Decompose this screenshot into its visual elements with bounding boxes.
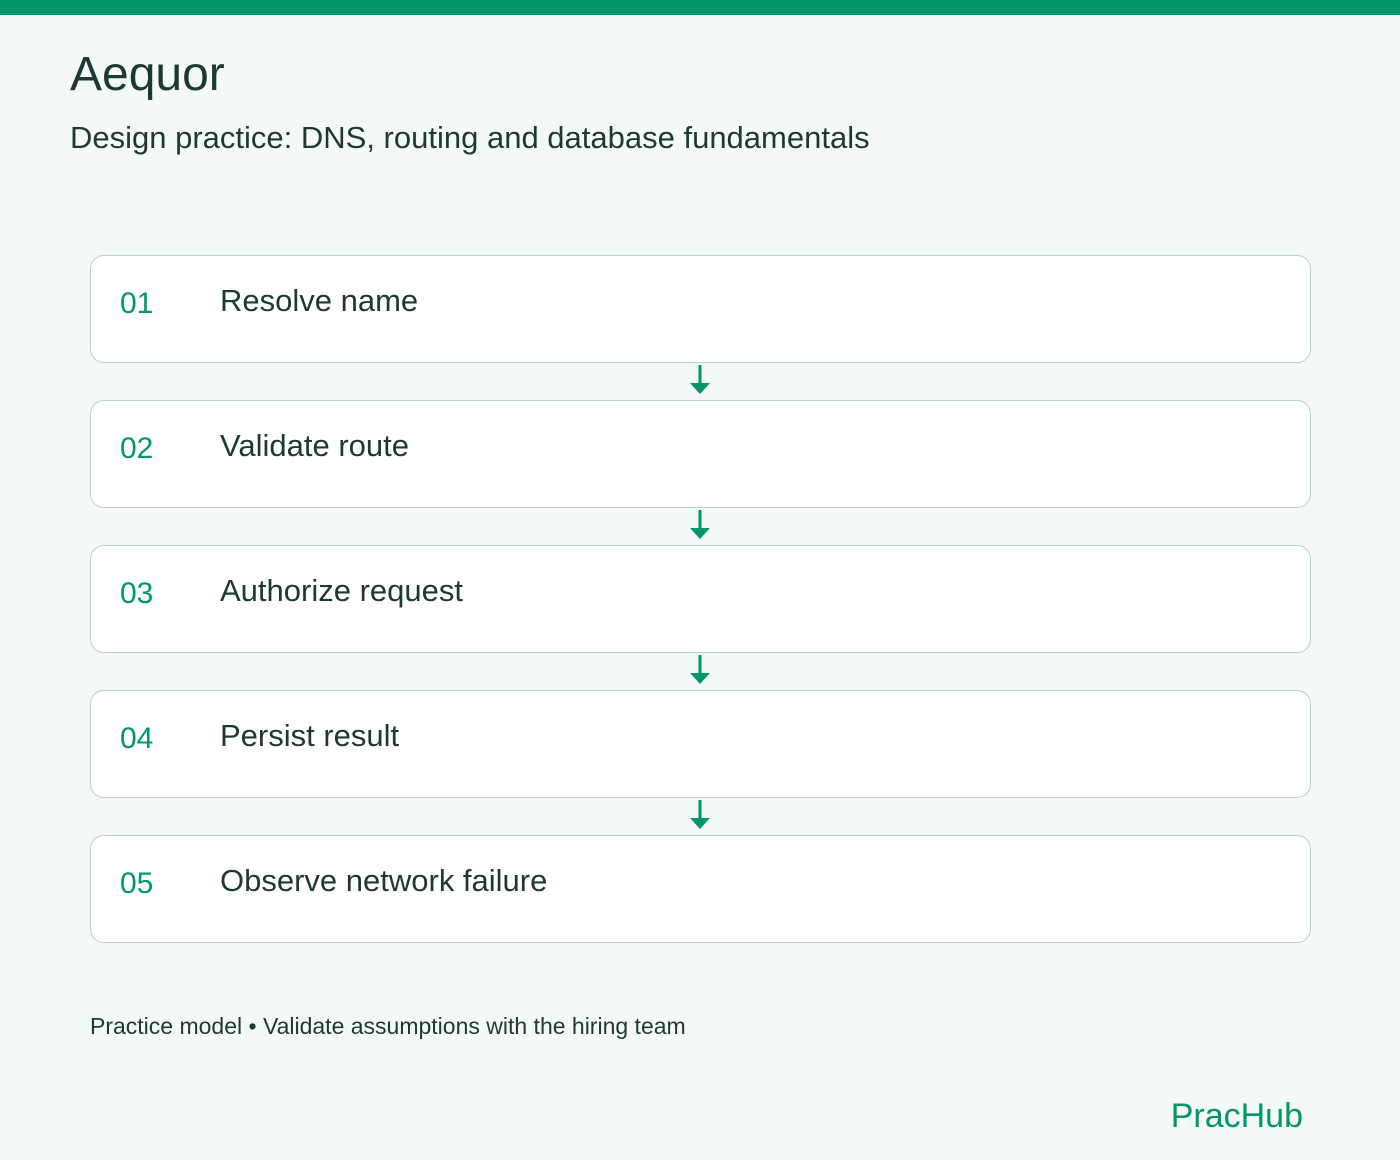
flow-connector (90, 508, 1311, 545)
arrow-down-icon (690, 365, 710, 394)
step-card-1: 01 Resolve name (90, 255, 1311, 363)
step-card-4: 04 Persist result (90, 690, 1311, 798)
step-label: Persist result (220, 718, 400, 753)
brand-logo: PracHub (1170, 1097, 1303, 1135)
step-number: 03 (120, 577, 154, 610)
arrow-down-icon (690, 800, 710, 829)
flow-connector (90, 653, 1311, 690)
step-card-2: 02 Validate route (90, 400, 1311, 508)
step-label: Resolve name (220, 283, 419, 318)
top-accent-bar (0, 0, 1400, 15)
step-card-3: 03 Authorize request (90, 545, 1311, 653)
page-title: Aequor (70, 48, 225, 101)
step-number: 01 (120, 287, 154, 320)
step-number: 04 (120, 722, 154, 755)
flow-steps: 01 Resolve name 02 Validate route 03 Aut… (90, 255, 1311, 943)
step-label: Validate route (220, 428, 409, 463)
flow-connector (90, 798, 1311, 835)
footnote: Practice model • Validate assumptions wi… (90, 1013, 686, 1039)
arrow-down-icon (690, 655, 710, 684)
step-label: Observe network failure (220, 863, 548, 898)
step-number: 05 (120, 867, 154, 900)
page-subtitle: Design practice: DNS, routing and databa… (70, 120, 870, 155)
flow-connector (90, 363, 1311, 400)
step-number: 02 (120, 432, 154, 465)
step-card-5: 05 Observe network failure (90, 835, 1311, 943)
arrow-down-icon (690, 510, 710, 539)
step-label: Authorize request (220, 573, 463, 608)
